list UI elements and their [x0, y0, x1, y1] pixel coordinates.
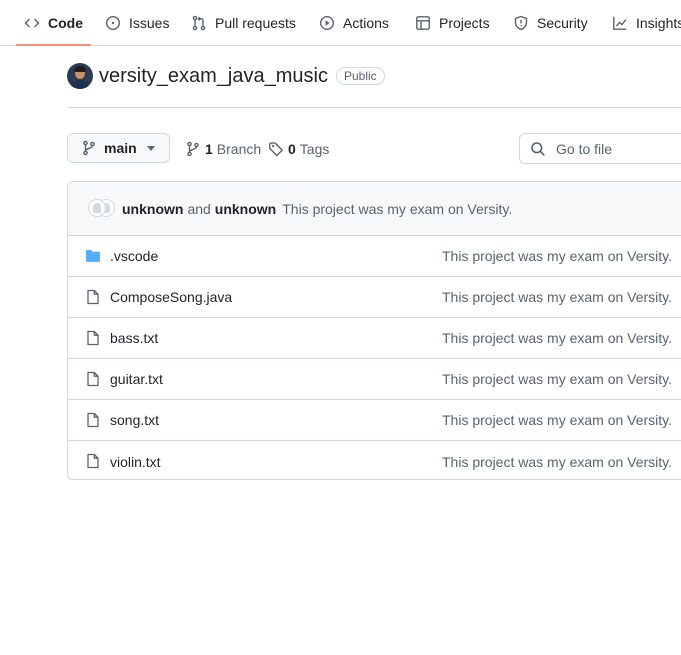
- file-icon: [87, 453, 99, 469]
- branch-label: Branch: [216, 141, 262, 157]
- tab-label: Projects: [439, 14, 490, 31]
- commit-author-2[interactable]: unknown: [215, 201, 276, 217]
- owner-avatar[interactable]: [67, 63, 93, 89]
- tab-label: Actions: [343, 14, 389, 31]
- tag-count: 0: [288, 141, 296, 157]
- git-pull-request-icon: [192, 15, 206, 30]
- tags-link[interactable]: 0 Tags: [268, 141, 329, 157]
- search-icon: [531, 141, 545, 156]
- tab-label: Security: [537, 14, 588, 31]
- tab-insights[interactable]: Insights: [612, 0, 681, 45]
- file-name[interactable]: guitar.txt: [110, 371, 163, 387]
- tab-label: Insights: [636, 14, 681, 31]
- file-name[interactable]: violin.txt: [110, 454, 161, 470]
- file-row[interactable]: guitar.txt This project was my exam on V…: [68, 359, 681, 400]
- file-name[interactable]: bass.txt: [110, 330, 158, 346]
- author-avatars[interactable]: [88, 198, 120, 219]
- tab-pull-requests[interactable]: Pull requests: [191, 0, 296, 45]
- branch-name: main: [104, 140, 137, 156]
- tab-issues[interactable]: Issues: [105, 0, 169, 45]
- branches-link[interactable]: 1 Branch: [185, 141, 261, 157]
- code-icon: [24, 18, 40, 27]
- file-commit-message[interactable]: This project was my exam on Versity.: [442, 454, 672, 470]
- file-commit-message[interactable]: This project was my exam on Versity.: [442, 412, 672, 428]
- file-commit-message[interactable]: This project was my exam on Versity.: [442, 371, 672, 387]
- file-icon: [87, 371, 99, 387]
- repo-nav: Code Issues Pull requests Actions Projec…: [0, 0, 681, 46]
- branch-selector-button[interactable]: main: [67, 133, 170, 163]
- tag-icon: [269, 142, 284, 157]
- go-to-file-search[interactable]: [519, 133, 681, 164]
- issue-opened-icon: [105, 15, 121, 30]
- caret-down-icon: [146, 145, 155, 151]
- file-browser: unknown and unknown This project was my …: [67, 181, 681, 480]
- commit-message[interactable]: This project was my exam on Versity.: [282, 201, 512, 217]
- repo-name[interactable]: versity_exam_java_music: [99, 65, 328, 88]
- tab-label: Pull requests: [215, 14, 296, 31]
- tab-label: Code: [48, 14, 83, 31]
- repo-header: versity_exam_java_music Public: [67, 63, 385, 89]
- file-row[interactable]: .vscode This project was my exam on Vers…: [68, 236, 681, 277]
- git-branch-icon: [83, 140, 95, 156]
- file-icon: [87, 412, 99, 428]
- tab-actions[interactable]: Actions: [319, 0, 389, 45]
- shield-icon: [514, 15, 528, 30]
- file-row[interactable]: song.txt This project was my exam on Ver…: [68, 400, 681, 441]
- avatar: [88, 198, 106, 217]
- folder-icon: [86, 250, 100, 262]
- tag-label: Tags: [299, 141, 330, 157]
- file-commit-message[interactable]: This project was my exam on Versity.: [442, 289, 672, 305]
- tab-security[interactable]: Security: [513, 0, 588, 45]
- file-row[interactable]: ComposeSong.java This project was my exa…: [68, 277, 681, 318]
- file-icon: [87, 330, 99, 346]
- tab-code[interactable]: Code: [16, 0, 91, 46]
- file-name[interactable]: .vscode: [110, 248, 158, 264]
- tab-projects[interactable]: Projects: [415, 0, 490, 45]
- file-name[interactable]: song.txt: [110, 412, 159, 428]
- tab-label: Issues: [129, 14, 170, 31]
- visibility-badge: Public: [335, 67, 385, 85]
- header-divider: [67, 107, 681, 108]
- go-to-file-input[interactable]: [554, 139, 678, 158]
- graph-icon: [613, 16, 627, 30]
- file-commit-message[interactable]: This project was my exam on Versity.: [442, 248, 672, 264]
- file-row[interactable]: bass.txt This project was my exam on Ver…: [68, 318, 681, 359]
- branch-count: 1: [205, 141, 213, 157]
- file-commit-message[interactable]: This project was my exam on Versity.: [442, 330, 672, 346]
- file-row[interactable]: violin.txt This project was my exam on V…: [68, 441, 681, 479]
- latest-commit-bar: unknown and unknown This project was my …: [68, 182, 681, 236]
- play-icon: [319, 15, 335, 30]
- commit-author-1[interactable]: unknown: [122, 201, 183, 217]
- file-icon: [87, 289, 99, 305]
- commit-authors-and: and: [187, 200, 211, 217]
- file-name[interactable]: ComposeSong.java: [110, 289, 232, 305]
- git-branch-icon: [187, 141, 199, 157]
- table-icon: [416, 15, 430, 30]
